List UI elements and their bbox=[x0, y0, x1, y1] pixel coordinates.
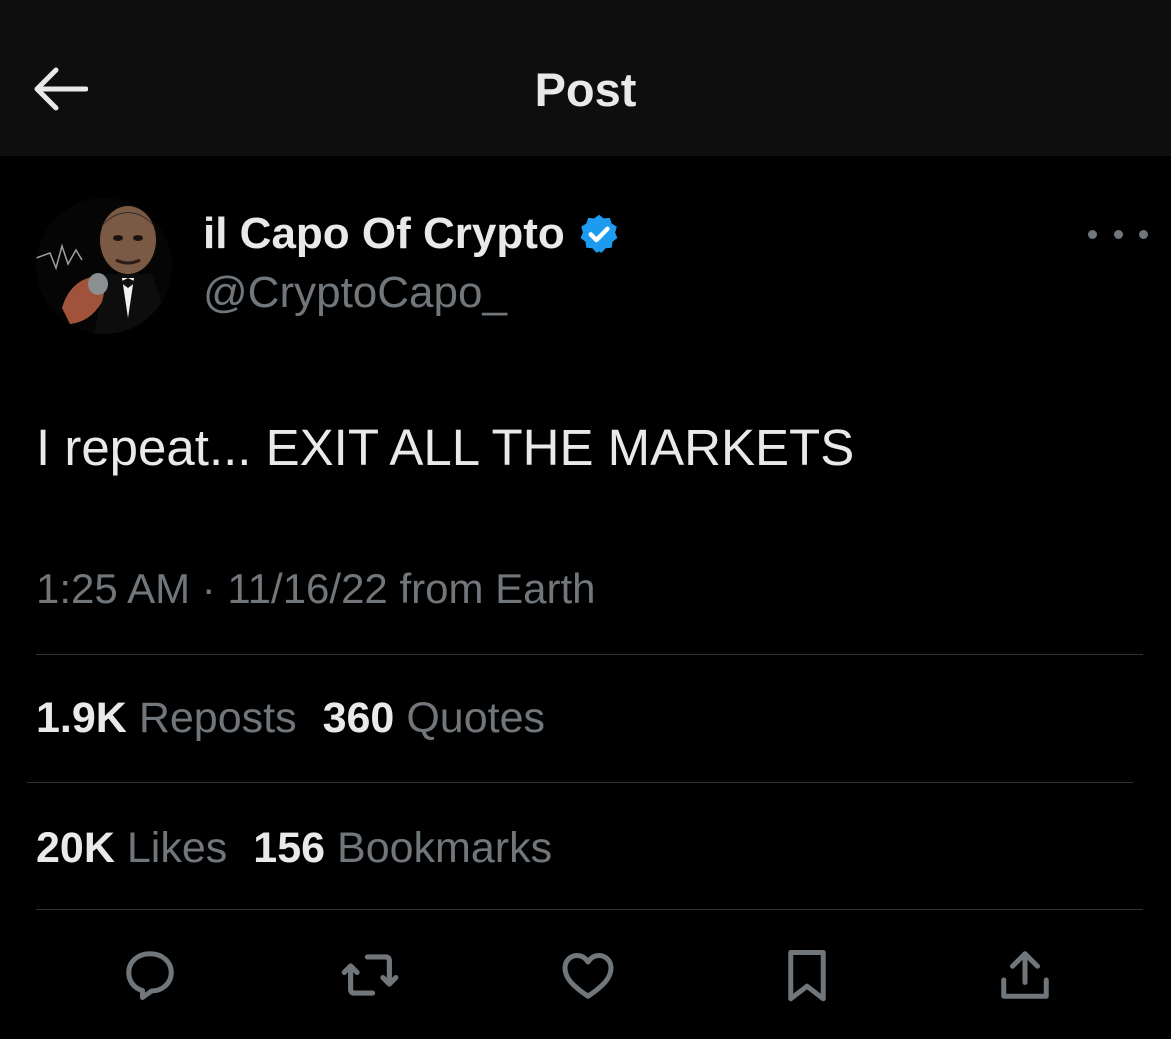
author-name-text: il Capo Of Crypto bbox=[203, 209, 565, 258]
bookmarks-stat[interactable]: 156 Bookmarks bbox=[253, 822, 552, 874]
like-button[interactable] bbox=[553, 940, 623, 1010]
share-icon bbox=[1001, 951, 1049, 999]
bookmark-icon bbox=[788, 950, 826, 1002]
quotes-count: 360 bbox=[322, 694, 395, 742]
like-icon bbox=[562, 953, 614, 999]
divider bbox=[36, 909, 1143, 910]
avatar-image bbox=[36, 198, 172, 334]
bookmark-button[interactable] bbox=[772, 940, 842, 1010]
page-title: Post bbox=[534, 63, 637, 116]
divider bbox=[36, 654, 1143, 655]
avatar[interactable] bbox=[36, 198, 172, 334]
repost-button[interactable] bbox=[335, 940, 405, 1010]
reposts-stat[interactable]: 1.9K Reposts bbox=[36, 692, 297, 744]
reposts-label: Reposts bbox=[138, 694, 297, 742]
stats-row-reposts: 1.9K Reposts 360 Quotes bbox=[36, 692, 545, 744]
divider bbox=[27, 782, 1133, 783]
repost-icon bbox=[341, 954, 399, 996]
more-dot-icon bbox=[1113, 229, 1123, 239]
more-dot-icon bbox=[1139, 229, 1148, 239]
stats-row-likes: 20K Likes 156 Bookmarks bbox=[36, 822, 552, 874]
bookmarks-count: 156 bbox=[253, 824, 326, 872]
reposts-count: 1.9K bbox=[36, 694, 127, 742]
likes-count: 20K bbox=[36, 824, 115, 872]
author-display-name[interactable]: il Capo Of Crypto bbox=[203, 207, 621, 261]
share-button[interactable] bbox=[990, 940, 1060, 1010]
reply-icon bbox=[126, 951, 174, 1000]
bookmarks-label: Bookmarks bbox=[337, 824, 553, 872]
top-bar: Post bbox=[0, 0, 1171, 156]
more-options-button[interactable] bbox=[1088, 214, 1148, 254]
likes-label: Likes bbox=[126, 824, 228, 872]
quotes-stat[interactable]: 360 Quotes bbox=[323, 692, 545, 744]
reply-button[interactable] bbox=[115, 940, 185, 1010]
more-dot-icon bbox=[1088, 229, 1097, 239]
post-text: I repeat... EXIT ALL THE MARKETS bbox=[36, 419, 855, 476]
verified-badge-icon bbox=[580, 214, 618, 253]
likes-stat[interactable]: 20K Likes bbox=[36, 822, 227, 874]
quotes-label: Quotes bbox=[406, 694, 545, 742]
action-bar bbox=[0, 940, 1171, 1010]
post-timestamp[interactable]: 1:25 AM · 11/16/22 from Earth bbox=[36, 563, 596, 615]
author-handle[interactable]: @CryptoCapo_ bbox=[203, 266, 507, 320]
